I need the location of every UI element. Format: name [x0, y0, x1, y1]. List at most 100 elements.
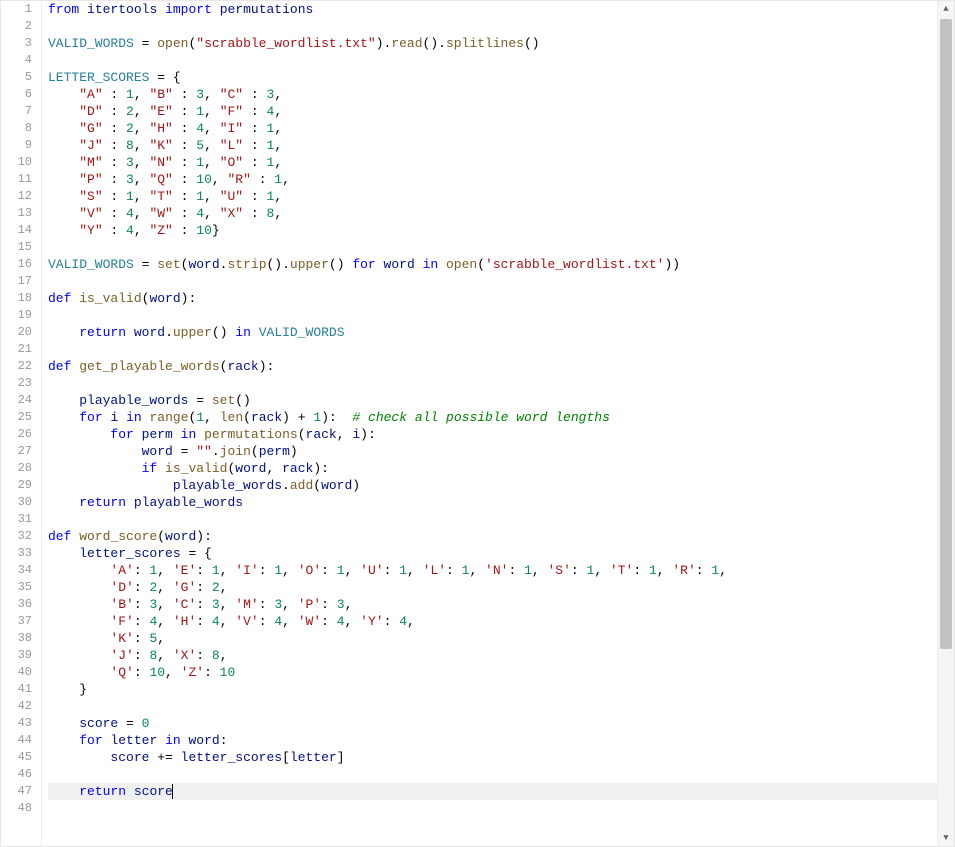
- code-line[interactable]: return playable_words: [48, 494, 954, 511]
- code-line[interactable]: def get_playable_words(rack):: [48, 358, 954, 375]
- code-line[interactable]: "G" : 2, "H" : 4, "I" : 1,: [48, 120, 954, 137]
- code-line[interactable]: }: [48, 681, 954, 698]
- code-line[interactable]: VALID_WORDS = set(word.strip().upper() f…: [48, 256, 954, 273]
- token-fn: open: [446, 257, 477, 272]
- code-line[interactable]: [48, 800, 954, 817]
- code-line[interactable]: word = "".join(perm): [48, 443, 954, 460]
- token-id: word: [321, 478, 352, 493]
- code-line[interactable]: from itertools import permutations: [48, 1, 954, 18]
- code-line[interactable]: if is_valid(word, rack):: [48, 460, 954, 477]
- token-str: 'U': [360, 563, 383, 578]
- line-number: 7: [1, 103, 41, 120]
- token-plain: ,: [274, 206, 282, 221]
- code-line[interactable]: playable_words.add(word): [48, 477, 954, 494]
- code-line[interactable]: for perm in permutations(rack, i):: [48, 426, 954, 443]
- token-plain: :: [134, 648, 150, 663]
- code-line[interactable]: letter_scores = {: [48, 545, 954, 562]
- scrollbar-thumb[interactable]: [940, 19, 952, 649]
- token-plain: :: [103, 206, 126, 221]
- code-line[interactable]: "A" : 1, "B" : 3, "C" : 3,: [48, 86, 954, 103]
- code-line[interactable]: for letter in word:: [48, 732, 954, 749]
- token-num: 2: [126, 121, 134, 136]
- token-str: "J": [79, 138, 102, 153]
- code-line[interactable]: 'Q': 10, 'Z': 10: [48, 664, 954, 681]
- code-line[interactable]: score += letter_scores[letter]: [48, 749, 954, 766]
- code-line[interactable]: VALID_WORDS = open("scrabble_wordlist.tx…: [48, 35, 954, 52]
- line-number: 16: [1, 256, 41, 273]
- code-line[interactable]: [48, 52, 954, 69]
- code-line[interactable]: LETTER_SCORES = {: [48, 69, 954, 86]
- code-line[interactable]: [48, 239, 954, 256]
- token-plain: ,: [274, 155, 282, 170]
- token-plain: :: [220, 733, 228, 748]
- code-line[interactable]: 'K': 5,: [48, 630, 954, 647]
- code-line[interactable]: [48, 766, 954, 783]
- code-line[interactable]: [48, 341, 954, 358]
- code-line[interactable]: return word.upper() in VALID_WORDS: [48, 324, 954, 341]
- token-plain: (: [298, 427, 306, 442]
- scroll-down-arrow-icon[interactable]: ▼: [938, 830, 954, 846]
- token-plain: ,: [337, 427, 353, 442]
- token-kw: return: [79, 784, 126, 799]
- code-line[interactable]: score = 0: [48, 715, 954, 732]
- token-plain: ,: [274, 121, 282, 136]
- line-number: 43: [1, 715, 41, 732]
- token-str: 'A': [110, 563, 133, 578]
- vertical-scrollbar[interactable]: ▲ ▼: [937, 1, 954, 846]
- token-plain: :: [259, 614, 275, 629]
- code-line[interactable]: "M" : 3, "N" : 1, "O" : 1,: [48, 154, 954, 171]
- token-plain: [48, 427, 110, 442]
- code-line[interactable]: [48, 375, 954, 392]
- code-line[interactable]: 'J': 8, 'X': 8,: [48, 647, 954, 664]
- line-number: 22: [1, 358, 41, 375]
- code-line[interactable]: [48, 698, 954, 715]
- line-number: 39: [1, 647, 41, 664]
- token-str: "U": [220, 189, 243, 204]
- code-line[interactable]: "V" : 4, "W" : 4, "X" : 8,: [48, 205, 954, 222]
- code-line[interactable]: return score: [48, 783, 954, 800]
- token-plain: [126, 325, 134, 340]
- token-plain: :: [134, 614, 150, 629]
- code-line[interactable]: [48, 273, 954, 290]
- code-line[interactable]: "Y" : 4, "Z" : 10}: [48, 222, 954, 239]
- token-num: 2: [126, 104, 134, 119]
- code-line[interactable]: [48, 511, 954, 528]
- token-plain: [48, 750, 110, 765]
- line-number: 48: [1, 800, 41, 817]
- token-plain: [157, 2, 165, 17]
- code-line[interactable]: [48, 18, 954, 35]
- token-plain: :: [134, 597, 150, 612]
- code-line[interactable]: 'F': 4, 'H': 4, 'V': 4, 'W': 4, 'Y': 4,: [48, 613, 954, 630]
- token-plain: :: [173, 223, 196, 238]
- code-area[interactable]: from itertools import permutations VALID_…: [42, 1, 954, 846]
- token-str: "H": [149, 121, 172, 136]
- code-line[interactable]: "J" : 8, "K" : 5, "L" : 1,: [48, 137, 954, 154]
- code-line[interactable]: 'D': 2, 'G': 2,: [48, 579, 954, 596]
- code-line[interactable]: def is_valid(word):: [48, 290, 954, 307]
- token-id: permutations: [220, 2, 314, 17]
- token-plain: .: [165, 325, 173, 340]
- code-line[interactable]: 'B': 3, 'C': 3, 'M': 3, 'P': 3,: [48, 596, 954, 613]
- code-line[interactable]: [48, 307, 954, 324]
- token-plain: [79, 2, 87, 17]
- token-kw: def: [48, 291, 71, 306]
- token-plain: ,: [345, 614, 361, 629]
- token-id: playable_words: [173, 478, 282, 493]
- code-line[interactable]: for i in range(1, len(rack) + 1): # chec…: [48, 409, 954, 426]
- code-line[interactable]: "P" : 3, "Q" : 10, "R" : 1,: [48, 171, 954, 188]
- code-line[interactable]: playable_words = set(): [48, 392, 954, 409]
- token-fn: set: [212, 393, 235, 408]
- token-plain: :: [173, 172, 196, 187]
- token-plain: ,: [134, 189, 150, 204]
- code-line[interactable]: 'A': 1, 'E': 1, 'I': 1, 'O': 1, 'U': 1, …: [48, 562, 954, 579]
- line-number: 17: [1, 273, 41, 290]
- code-editor[interactable]: 1234567891011121314151617181920212223242…: [0, 0, 955, 847]
- token-plain: :: [243, 87, 266, 102]
- token-num: 10: [220, 665, 236, 680]
- code-line[interactable]: def word_score(word):: [48, 528, 954, 545]
- scroll-up-arrow-icon[interactable]: ▲: [938, 1, 954, 17]
- code-line[interactable]: "S" : 1, "T" : 1, "U" : 1,: [48, 188, 954, 205]
- token-plain: [173, 427, 181, 442]
- token-kw: for: [79, 733, 102, 748]
- code-line[interactable]: "D" : 2, "E" : 1, "F" : 4,: [48, 103, 954, 120]
